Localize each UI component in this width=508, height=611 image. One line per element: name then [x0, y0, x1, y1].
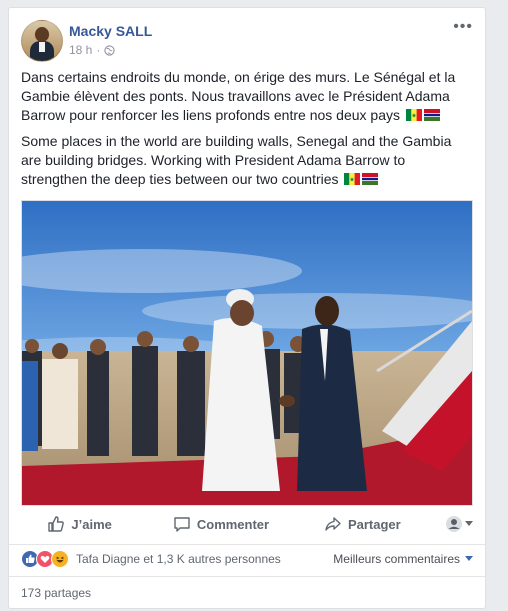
- senegal-flag-icon: [344, 173, 361, 185]
- post-text: Dans certains endroits du monde, on érig…: [21, 68, 475, 196]
- gambia-flag-icon: [423, 109, 440, 121]
- audience-icon: [445, 516, 462, 532]
- author-avatar[interactable]: [21, 20, 63, 62]
- share-button[interactable]: Partager: [292, 515, 433, 533]
- senegal-flag-icon: [405, 109, 422, 121]
- shares-count[interactable]: 173 partages: [9, 576, 485, 608]
- post-meta: 18 h ·: [69, 43, 115, 57]
- post-header: Macky SALL 18 h · •••: [21, 19, 473, 64]
- caret-down-icon: [464, 521, 473, 526]
- reaction-icons[interactable]: [21, 550, 69, 568]
- audience-selector[interactable]: [433, 515, 485, 533]
- haha-reaction-icon: [51, 550, 69, 568]
- gambia-flag-icon: [362, 173, 379, 185]
- photo-illustration: [22, 201, 472, 505]
- author-name[interactable]: Macky SALL: [69, 23, 152, 39]
- more-options-button[interactable]: •••: [453, 19, 473, 35]
- like-button[interactable]: J’aime: [9, 515, 150, 533]
- post-actions-bar: J’aime Commenter Partager: [9, 504, 485, 545]
- comment-button[interactable]: Commenter: [150, 515, 291, 533]
- caret-down-icon: [465, 556, 473, 561]
- comment-sort-dropdown[interactable]: Meilleurs commentaires: [333, 552, 473, 566]
- post-text-french: Dans certains endroits du monde, on érig…: [21, 69, 456, 123]
- reactions-row: Tafa Diagne et 1,3 K autres personnes Me…: [21, 548, 473, 570]
- reactions-summary[interactable]: Tafa Diagne et 1,3 K autres personnes: [76, 552, 281, 566]
- post-text-english: Some places in the world are building wa…: [21, 133, 452, 187]
- post-time[interactable]: 18 h: [69, 43, 92, 57]
- share-icon: [325, 517, 341, 531]
- post-photo[interactable]: [21, 200, 473, 506]
- post-card: Macky SALL 18 h · ••• Dans certains endr…: [8, 7, 486, 609]
- globe-icon: [104, 44, 115, 56]
- like-icon: [48, 516, 65, 532]
- comment-icon: [174, 517, 190, 532]
